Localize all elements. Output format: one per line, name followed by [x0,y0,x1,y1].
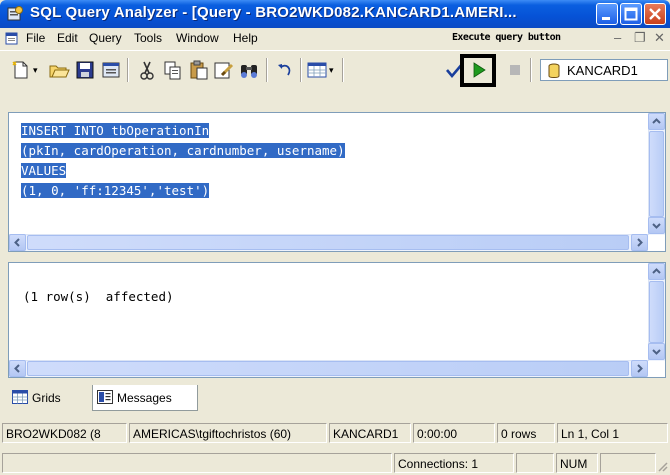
results-vscroll-thumb[interactable] [649,281,664,343]
query-line: INSERT INTO tbOperationIn [21,123,210,138]
status-num: NUM [556,453,598,473]
database-icon [548,63,560,78]
status-rows: 0 rows [497,423,555,443]
new-query-dropdown-icon[interactable]: ▾ [33,65,41,87]
menu-edit[interactable]: Edit [57,31,78,45]
query-line: (1, 0, 'ff:12345','test') [21,183,210,198]
status-connections: Connections: 1 [394,453,514,473]
results-tabs: Grids Messages [8,385,666,413]
scroll-down-icon[interactable] [648,217,665,234]
grid-icon [12,390,28,404]
editor-hscroll-thumb[interactable] [27,235,629,250]
minimize-button[interactable] [596,3,618,25]
query-analyzer-icon [7,6,23,21]
find-icon[interactable] [238,59,260,81]
scroll-right-icon[interactable] [631,234,648,251]
resize-grip-icon[interactable] [656,460,668,472]
status-position: Ln 1, Col 1 [557,423,668,443]
cut-icon[interactable] [136,59,158,81]
minimize-icon [602,17,610,20]
scroll-left-icon[interactable] [9,360,26,377]
open-icon[interactable] [48,59,70,81]
save-icon[interactable] [74,59,96,81]
mdi-restore-icon[interactable]: ❐ [634,30,646,46]
toolbar-separator [342,58,344,82]
execute-mode-icon[interactable] [306,59,328,81]
load-template-icon[interactable] [100,59,122,81]
clear-window-icon[interactable] [212,59,234,81]
results-pane[interactable]: (1 row(s) affected) [8,262,666,378]
scroll-right-icon[interactable] [631,360,648,377]
editor-horizontal-scrollbar[interactable] [9,234,648,251]
status-scroll [600,453,656,473]
query-line: (pkIn, cardOperation, cardnumber, userna… [21,143,345,158]
status-bar-secondary: Connections: 1 NUM [0,450,670,475]
query-analyzer-window: SQL Query Analyzer - [Query - BRO2WKD082… [0,0,670,475]
database-name: KANCARD1 [567,63,638,78]
tab-grids[interactable]: Grids [8,385,92,411]
status-elapsed: 0:00:00 [413,423,495,443]
close-button[interactable] [644,3,666,25]
scroll-up-icon[interactable] [648,263,665,280]
query-text[interactable]: INSERT INTO tbOperationIn (pkIn, cardOpe… [21,121,345,201]
pane-splitter[interactable] [0,252,670,262]
editor-vscroll-thumb[interactable] [649,131,664,217]
execute-query-annotation: Execute query button [452,32,561,43]
mdi-minimize-icon[interactable]: – [614,30,621,45]
title-bar[interactable]: SQL Query Analyzer - [Query - BRO2WKD082… [0,0,670,28]
toolbar-separator [127,58,129,82]
query-line: VALUES [21,163,67,178]
toolbar-separator [266,58,268,82]
menu-help[interactable]: Help [233,31,258,45]
paste-icon[interactable] [188,59,210,81]
scroll-up-icon[interactable] [648,113,665,130]
query-editor[interactable]: INSERT INTO tbOperationIn (pkIn, cardOpe… [8,112,666,252]
database-selector[interactable]: KANCARD1 [540,59,668,81]
tab-grids-label: Grids [32,391,61,405]
editor-vertical-scrollbar[interactable] [648,113,665,235]
document-icon[interactable] [4,30,20,46]
menu-query[interactable]: Query [89,31,122,45]
status-server: BRO2WKD082 (8 [2,423,127,443]
tab-messages-label: Messages [117,391,172,405]
results-hscroll-thumb[interactable] [27,361,629,376]
toolbar-separator [530,58,532,82]
messages-icon [97,390,113,404]
window-title: SQL Query Analyzer - [Query - BRO2WKD082… [30,4,517,21]
new-query-icon[interactable] [10,59,32,81]
undo-icon[interactable] [274,59,296,81]
tab-messages[interactable]: Messages [92,385,198,411]
execute-mode-dropdown-icon[interactable]: ▾ [329,65,337,87]
menu-bar: File Edit Query Tools Window Help Execut… [0,28,670,48]
status-empty [2,453,392,473]
toolbar: ▾ ▾ KANCARD1 [0,50,670,88]
mdi-close-icon[interactable]: ✕ [654,30,665,46]
status-bar: BRO2WKD082 (8 AMERICAS\tgiftochristos (6… [0,420,670,446]
scroll-left-icon[interactable] [9,234,26,251]
close-icon [649,8,661,20]
status-database: KANCARD1 [329,423,411,443]
execute-query-highlight-box [460,54,496,87]
status-user: AMERICAS\tgiftochristos (60) [129,423,327,443]
scroll-down-icon[interactable] [648,343,665,360]
maximize-button[interactable] [620,3,642,25]
copy-icon[interactable] [162,59,184,81]
results-horizontal-scrollbar[interactable] [9,360,648,377]
menu-window[interactable]: Window [176,31,219,45]
toolbar-separator [300,58,302,82]
cancel-query-icon[interactable] [504,59,526,81]
results-vertical-scrollbar[interactable] [648,263,665,361]
status-caps [516,453,554,473]
maximize-icon [624,7,638,21]
menu-tools[interactable]: Tools [134,31,162,45]
result-message: (1 row(s) affected) [23,289,174,304]
menu-file[interactable]: File [26,31,45,45]
